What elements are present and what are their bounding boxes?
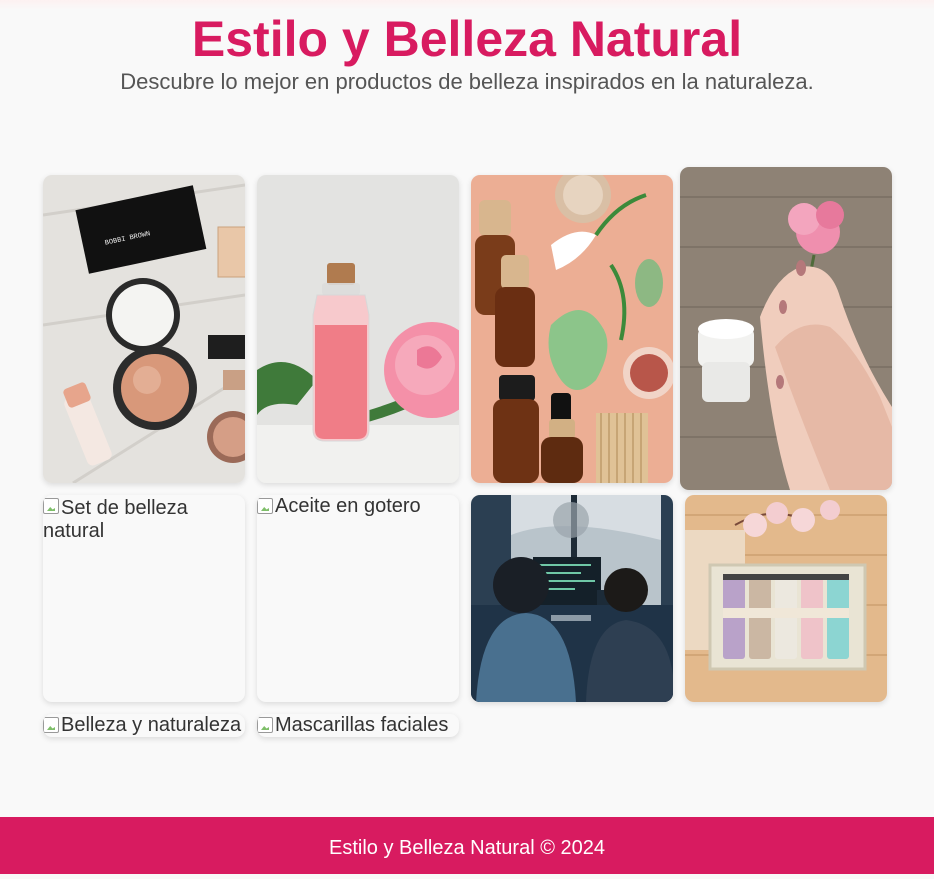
hands-with-rose-image bbox=[680, 167, 892, 490]
gallery-image-oil-bottle[interactable] bbox=[257, 175, 459, 483]
image-alt-text: Mascarillas faciales bbox=[275, 714, 449, 736]
skincare-flatlay-image bbox=[471, 175, 673, 483]
image-alt-text: Set de belleza natural bbox=[43, 497, 188, 542]
people-at-computers-image bbox=[471, 495, 673, 702]
pink-oil-bottle-image bbox=[257, 175, 459, 483]
gallery-image-broken-oil[interactable]: Aceite en gotero bbox=[257, 495, 459, 702]
top-bar bbox=[0, 0, 934, 10]
footer-text: Estilo y Belleza Natural © 2024 bbox=[329, 837, 605, 859]
broken-image-placeholder: Aceite en gotero bbox=[257, 495, 457, 518]
broken-image-icon bbox=[43, 498, 59, 514]
gallery-image-broken-nature[interactable]: Belleza y naturaleza bbox=[43, 714, 245, 737]
broken-image-placeholder: Belleza y naturaleza bbox=[43, 714, 245, 737]
page-subtitle: Descubre lo mejor en productos de bellez… bbox=[120, 69, 814, 94]
gallery-image-computers[interactable] bbox=[471, 495, 673, 702]
gallery-image-bath-salts[interactable] bbox=[685, 495, 887, 702]
gallery-image-makeup[interactable]: BOBBI BROWN bbox=[43, 175, 245, 483]
image-alt-text: Belleza y naturaleza bbox=[61, 714, 242, 736]
gallery-image-hands-rose[interactable] bbox=[680, 167, 892, 490]
broken-image-placeholder: Mascarillas faciales bbox=[257, 714, 459, 737]
page-title: Estilo y Belleza Natural bbox=[191, 11, 743, 67]
broken-image-icon bbox=[257, 717, 273, 733]
gallery-image-broken-masks[interactable]: Mascarillas faciales bbox=[257, 714, 459, 737]
image-alt-text: Aceite en gotero bbox=[275, 495, 421, 517]
broken-image-icon bbox=[43, 717, 59, 733]
broken-image-icon bbox=[257, 498, 273, 514]
broken-image-placeholder: Set de belleza natural bbox=[43, 495, 203, 543]
makeup-compact-image: BOBBI BROWN bbox=[43, 175, 245, 483]
gallery-image-skincare[interactable] bbox=[471, 175, 673, 483]
page-footer: Estilo y Belleza Natural © 2024 bbox=[0, 817, 934, 874]
gallery-image-broken-set[interactable]: Set de belleza natural bbox=[43, 495, 245, 702]
bath-salts-box-image bbox=[685, 495, 887, 702]
